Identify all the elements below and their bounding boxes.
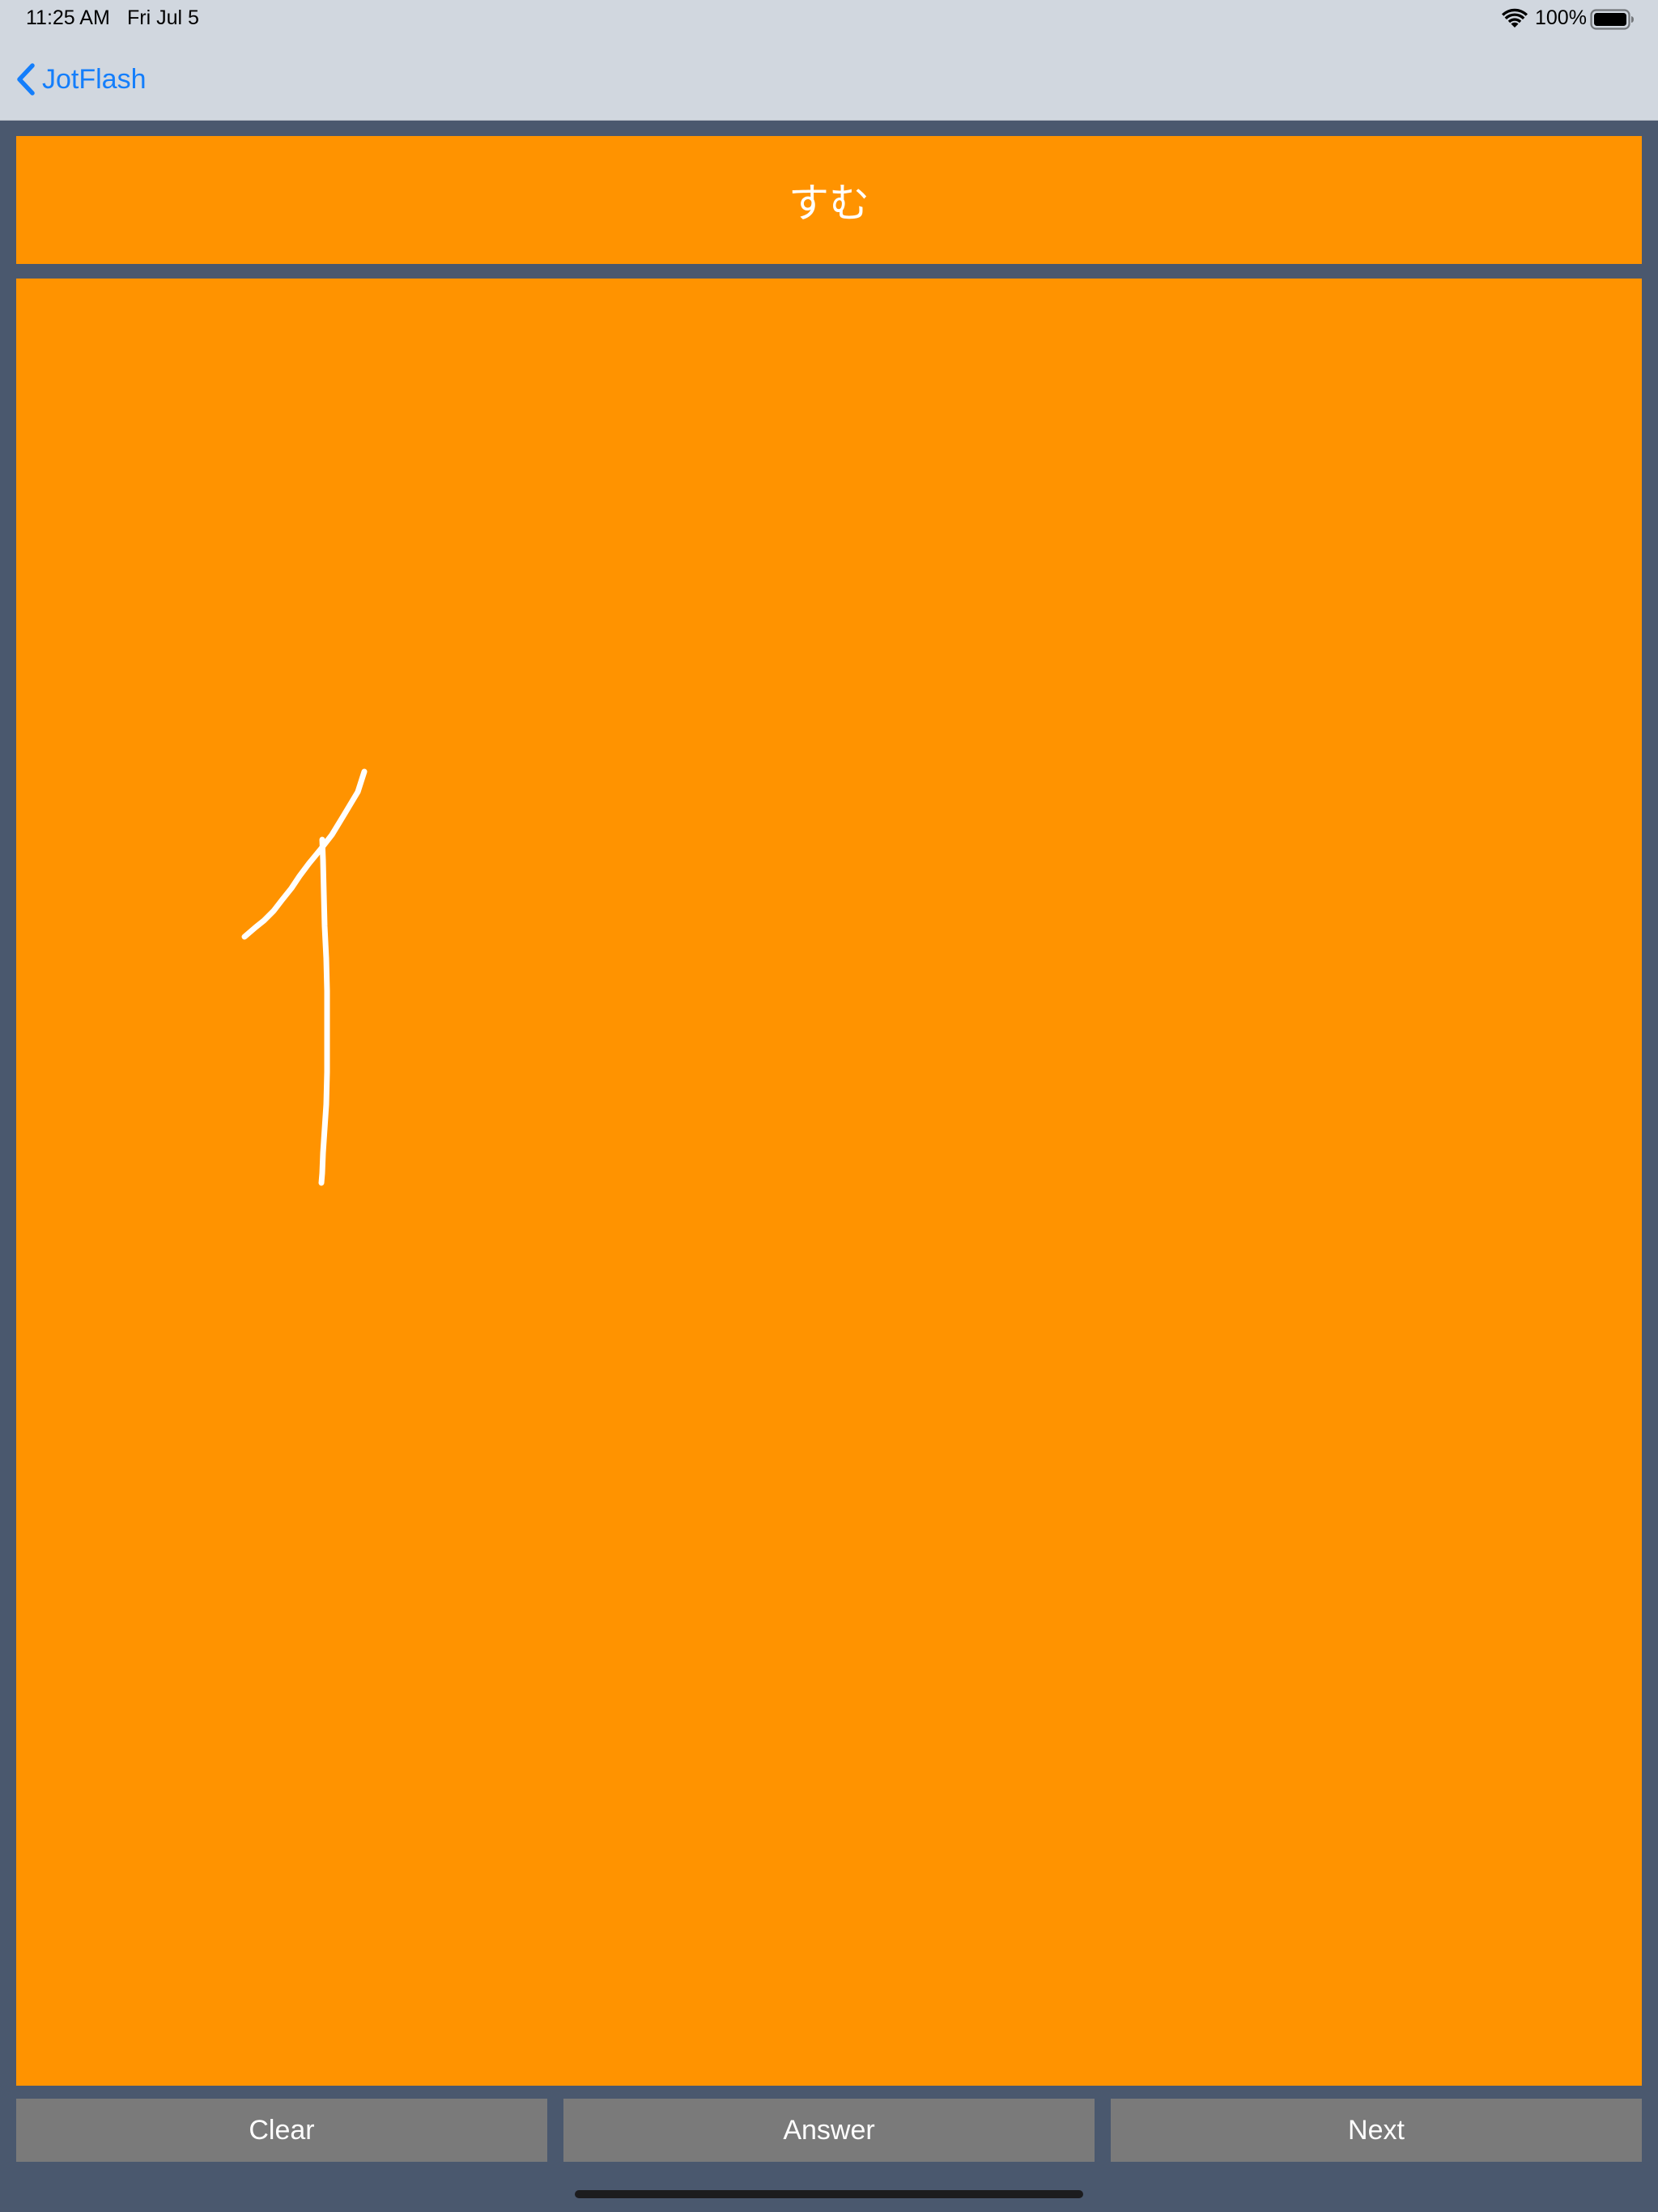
prompt-card: すむ xyxy=(16,136,1642,264)
chevron-left-icon xyxy=(17,63,35,96)
status-time: 11:25 AM xyxy=(26,6,110,29)
clear-button[interactable]: Clear xyxy=(16,2099,547,2162)
battery-percentage: 100% xyxy=(1535,6,1587,29)
back-button[interactable]: JotFlash xyxy=(15,57,147,102)
drawing-canvas[interactable] xyxy=(16,279,1642,2086)
prompt-text: すむ xyxy=(789,180,869,227)
status-date: Fri Jul 5 xyxy=(127,6,199,29)
handwriting-stroke-1 xyxy=(241,768,368,940)
status-bar: 11:25 AM Fri Jul 5 100% xyxy=(0,0,1658,39)
navigation-bar: 11:25 AM Fri Jul 5 100% JotFlash xyxy=(0,0,1658,121)
home-indicator[interactable] xyxy=(575,2190,1083,2198)
wifi-icon xyxy=(1502,8,1528,28)
handwriting-stroke-2 xyxy=(318,836,330,1186)
back-button-label: JotFlash xyxy=(42,63,147,95)
answer-button[interactable]: Answer xyxy=(563,2099,1095,2162)
next-button[interactable]: Next xyxy=(1111,2099,1642,2162)
battery-icon xyxy=(1590,9,1634,30)
handwriting-strokes xyxy=(241,768,368,1186)
action-button-bar: Clear Answer Next xyxy=(16,2099,1642,2162)
